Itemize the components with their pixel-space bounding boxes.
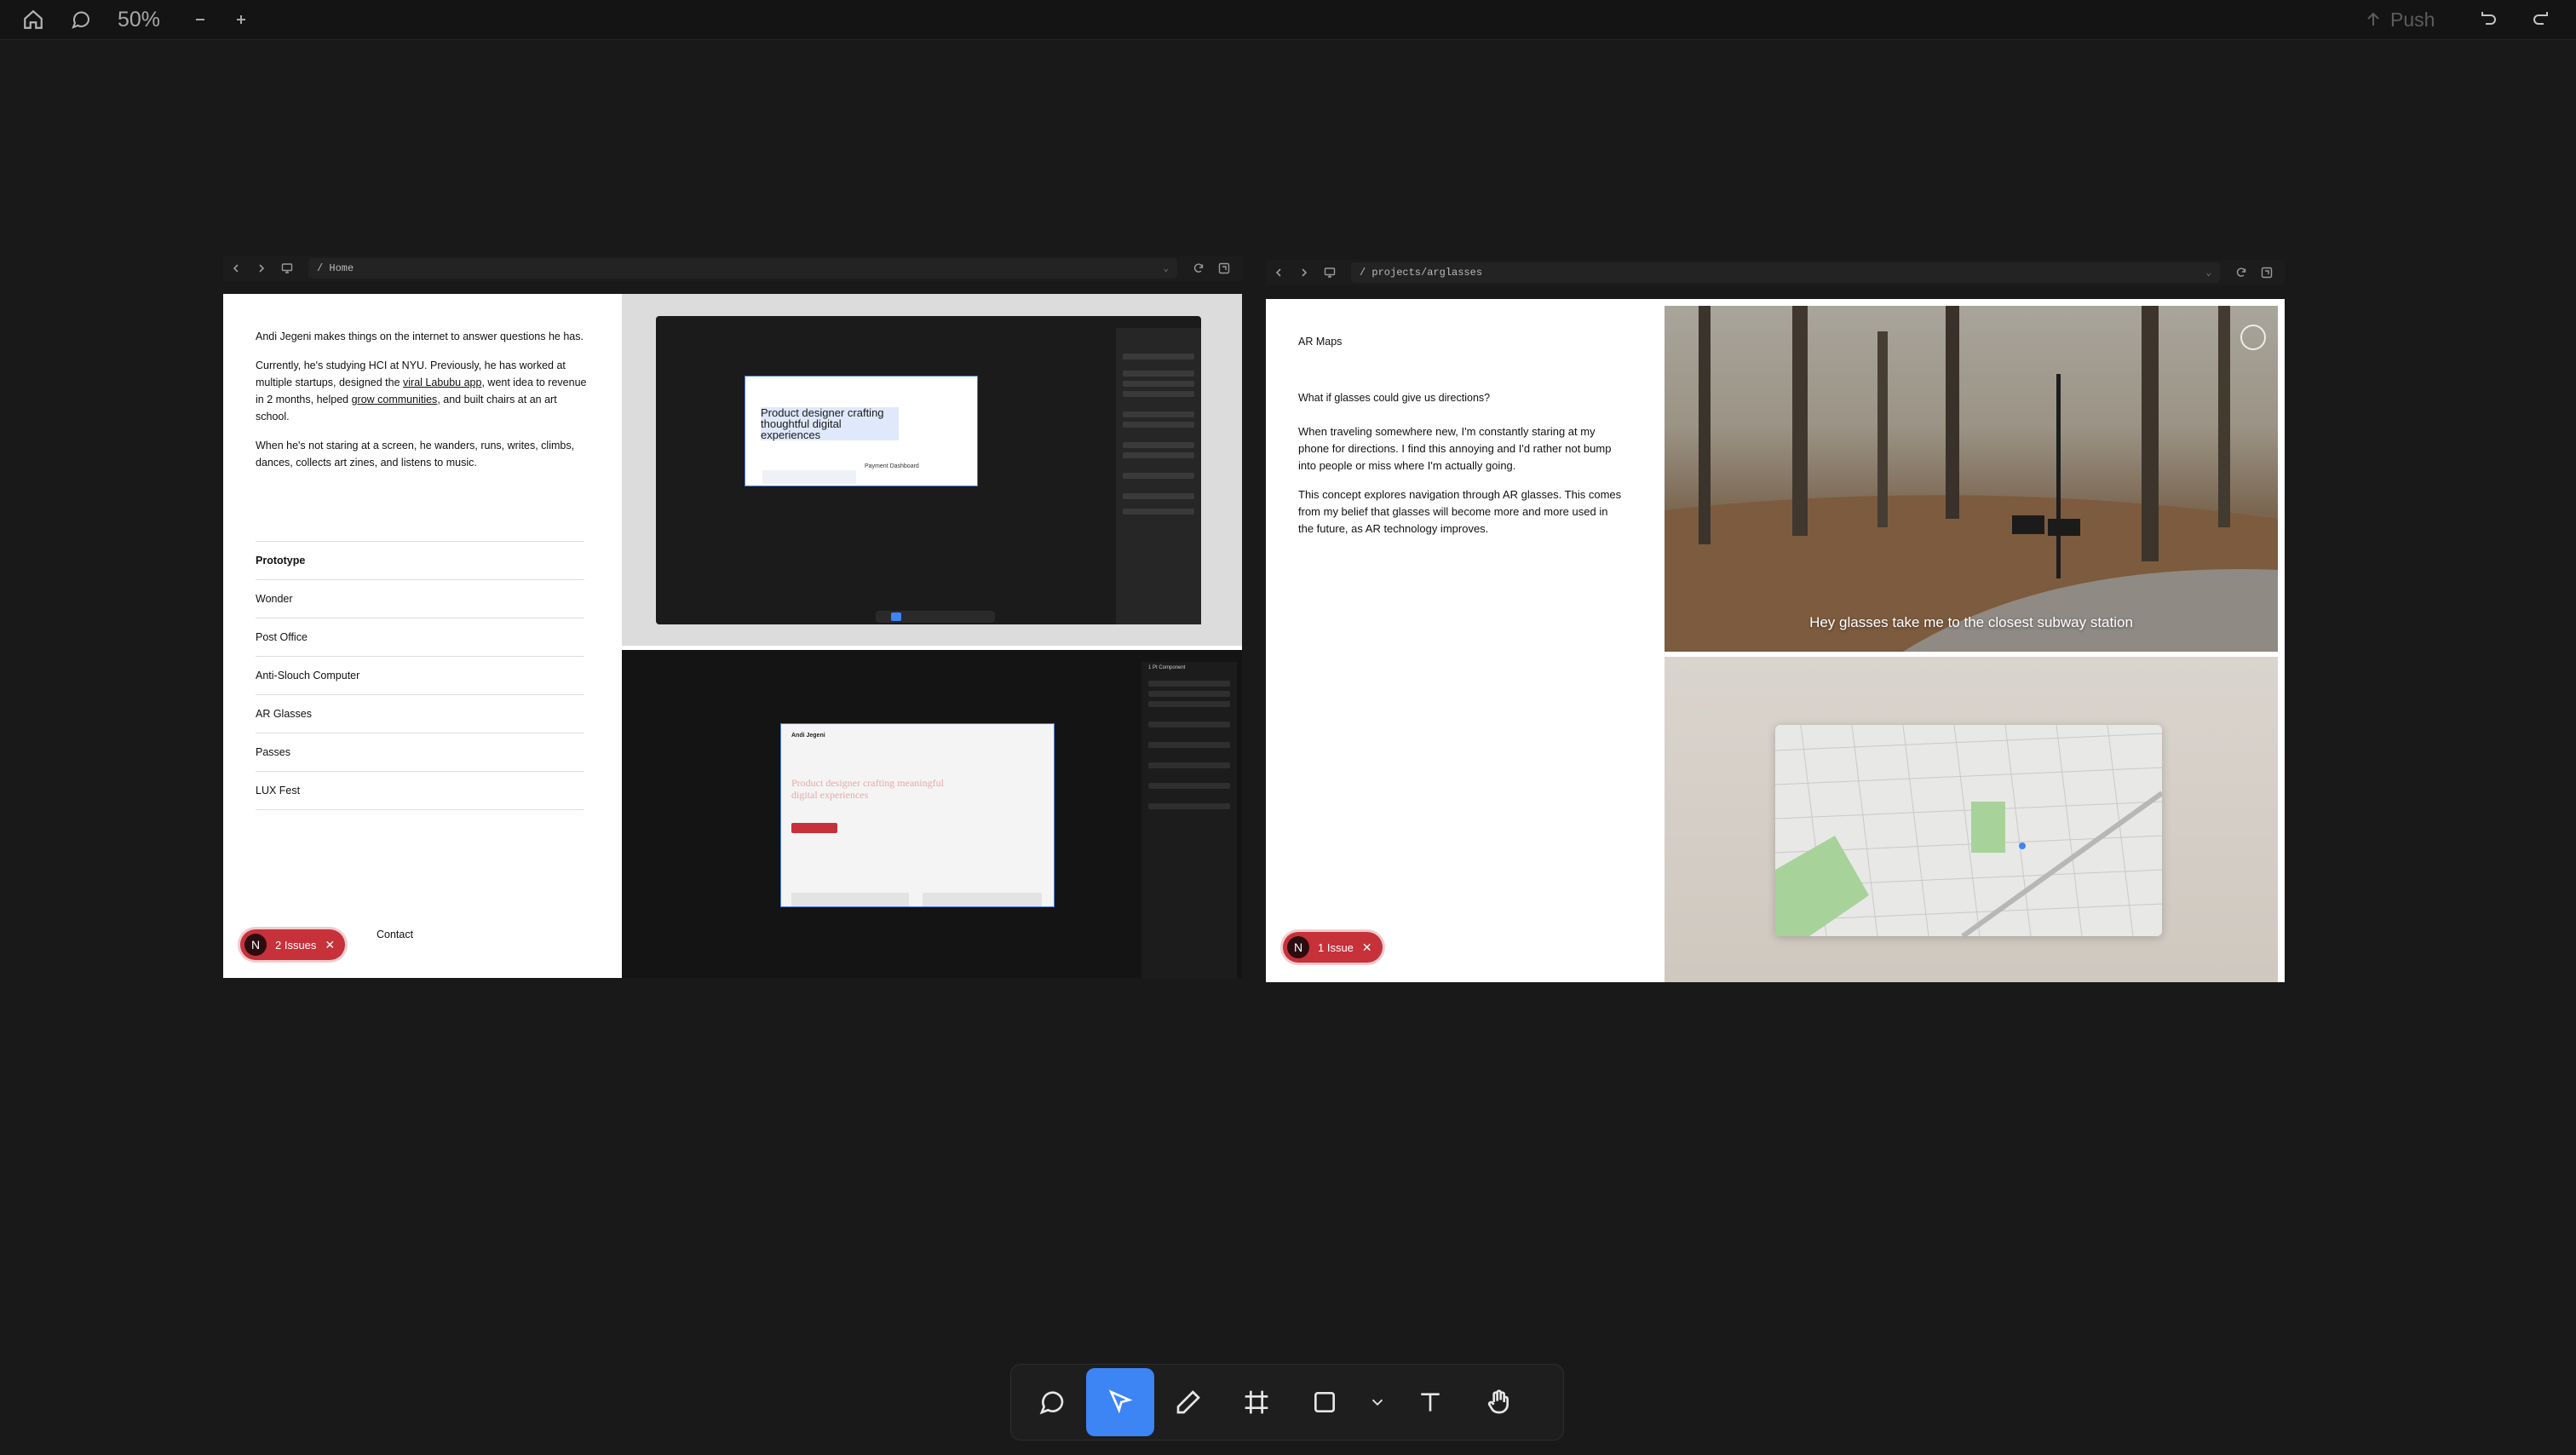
home-frame: / Home ⌄ Andi Jegeni makes things on the … (223, 256, 1242, 978)
panel-title: 1 Pt Component (1148, 665, 1186, 670)
preview-card: Andi Jegeni Product designer crafting me… (780, 723, 1055, 907)
cursor-icon (1108, 1389, 1133, 1414)
contact-link[interactable]: Contact (377, 926, 413, 943)
chevron-down-icon (1371, 1399, 1383, 1406)
communities-link[interactable]: grow communities (352, 394, 438, 405)
nav-item-prototype[interactable]: Prototype (256, 541, 584, 579)
page-question: What if glasses could give us directions… (1298, 392, 1491, 404)
expand-icon[interactable] (2254, 260, 2280, 285)
forward-icon[interactable] (1291, 260, 1317, 285)
preview-headline: Product designer crafting meaningful dig… (791, 777, 944, 801)
prototype-thumbnail-2[interactable]: 1 Pt Component Andi Jegeni Product desig… (622, 650, 1242, 978)
text-icon (1421, 1393, 1440, 1412)
select-tool[interactable] (1086, 1368, 1154, 1436)
close-icon[interactable]: ✕ (325, 938, 335, 952)
forward-icon[interactable] (249, 256, 274, 281)
browser-bar: / Home ⌄ (223, 256, 1242, 281)
preview-headline: Product designer crafting thoughtful dig… (761, 407, 899, 440)
editor-mockup: Product designer crafting thoughtful dig… (656, 316, 1201, 624)
audio-icon[interactable] (2240, 325, 2266, 350)
hand-tool[interactable] (1464, 1368, 1532, 1436)
chevron-down-icon[interactable]: ⌄ (2205, 267, 2211, 279)
desktop-icon[interactable] (1317, 260, 1343, 285)
issues-badge[interactable]: N 2 Issues ✕ (240, 929, 346, 960)
park-illustration (1665, 306, 2278, 652)
bio: Andi Jegeni makes things on the internet… (256, 328, 589, 483)
comment-icon (1039, 1391, 1064, 1415)
frame-icon (1245, 1390, 1268, 1414)
properties-panel: 1 Pt Component (1141, 662, 1237, 978)
expand-icon[interactable] (1211, 256, 1237, 281)
page-body: When traveling somewhere new, I'm consta… (1298, 423, 1622, 549)
body-p2: This concept explores navigation through… (1298, 488, 1622, 535)
url-field[interactable]: / Home ⌄ (308, 258, 1177, 279)
rectangle-icon (1314, 1392, 1335, 1412)
issues-badge[interactable]: N 1 Issue ✕ (1283, 932, 1383, 963)
url-text: / Home (317, 262, 354, 274)
home-page: Andi Jegeni makes things on the internet… (223, 294, 1242, 978)
properties-panel (1116, 328, 1201, 624)
nav-item-ar-glasses[interactable]: AR Glasses (256, 694, 584, 733)
project-list: Prototype Wonder Post Office Anti-Slouch… (256, 541, 584, 810)
preview-sub: Payment Dashboard (865, 463, 919, 469)
frame-tool[interactable] (1222, 1368, 1291, 1436)
nav-item-wonder[interactable]: Wonder (256, 579, 584, 618)
chevron-down-icon[interactable]: ⌄ (1163, 262, 1169, 274)
pen-tool[interactable] (1154, 1368, 1222, 1436)
arglasses-page: AR Maps What if glasses could give us di… (1266, 299, 2285, 982)
hand-icon (1487, 1389, 1509, 1414)
back-icon[interactable] (223, 256, 249, 281)
preview-brand: Andi Jegeni (791, 733, 825, 739)
map-overlay (1775, 725, 2162, 936)
zoom-level[interactable]: 50% (118, 5, 160, 34)
bio-hobbies: When he's not staring at a screen, he wa… (256, 440, 575, 469)
undo-icon[interactable] (2474, 5, 2503, 34)
close-icon[interactable]: ✕ (1362, 940, 1372, 955)
arrow-up-icon (2367, 12, 2379, 26)
preview-card: Product designer crafting thoughtful dig… (745, 376, 978, 486)
park-photo: Hey glasses take me to the closest subwa… (1665, 306, 2278, 652)
nav-item-lux-fest[interactable]: LUX Fest (256, 771, 584, 810)
pen-icon (1176, 1390, 1200, 1414)
top-bar: 50% Push (0, 0, 2576, 40)
bio-current: Currently, he's studying HCI at NYU. Pre… (256, 359, 587, 423)
refresh-icon[interactable] (1186, 256, 1211, 281)
street-map (1775, 725, 2162, 936)
prototype-thumbnail-1[interactable]: Product designer crafting thoughtful dig… (622, 294, 1242, 646)
photo-caption: Hey glasses take me to the closest subwa… (1809, 614, 2133, 630)
avatar: N (1287, 936, 1309, 958)
page-title: AR Maps (1298, 336, 1343, 348)
rectangle-tool[interactable] (1291, 1368, 1359, 1436)
desktop-icon[interactable] (274, 256, 300, 281)
text-tool[interactable] (1396, 1368, 1464, 1436)
arglasses-frame: / projects/arglasses ⌄ AR Maps What if gl… (1266, 260, 2285, 982)
nav-item-anti-slouch[interactable]: Anti-Slouch Computer (256, 656, 584, 694)
redo-icon[interactable] (2527, 5, 2556, 34)
shape-dropdown[interactable] (1359, 1368, 1396, 1436)
url-text: / projects/arglasses (1360, 267, 1483, 279)
avatar: N (244, 934, 267, 956)
bio-intro: Andi Jegeni makes things on the internet… (256, 331, 584, 342)
nav-item-passes[interactable]: Passes (256, 733, 584, 771)
zoom-in-icon[interactable] (227, 5, 256, 34)
nav-item-post-office[interactable]: Post Office (256, 618, 584, 656)
push-label: Push (2390, 8, 2435, 31)
labubu-link[interactable]: viral Labubu app (403, 377, 481, 388)
refresh-icon[interactable] (2228, 260, 2254, 285)
back-icon[interactable] (1266, 260, 1291, 285)
map-photo (1665, 657, 2278, 982)
comment-tool[interactable] (1018, 1368, 1086, 1436)
issues-label: 1 Issue (1318, 940, 1354, 954)
zoom-out-icon[interactable] (186, 5, 215, 34)
browser-bar: / projects/arglasses ⌄ (1266, 260, 2285, 285)
home-icon[interactable] (19, 5, 48, 34)
mini-toolbar (876, 611, 995, 623)
tool-bar (1010, 1364, 1564, 1441)
url-field[interactable]: / projects/arglasses ⌄ (1351, 262, 2220, 283)
push-button[interactable]: Push (2365, 5, 2435, 34)
comment-icon[interactable] (66, 5, 95, 34)
issues-label: 2 Issues (275, 938, 317, 952)
body-p1: When traveling somewhere new, I'm consta… (1298, 425, 1612, 472)
